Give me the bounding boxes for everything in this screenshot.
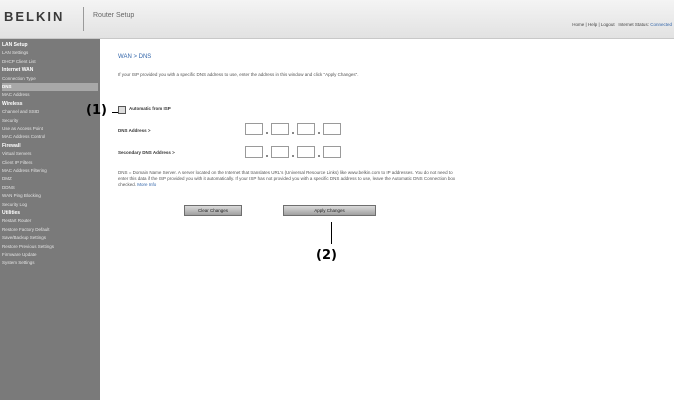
main-content: WAN > DNS If your ISP provided you with … (100, 39, 674, 400)
sidebar-item-virtual-servers[interactable]: Virtual Servers (2, 150, 98, 158)
sidebar-item-mac-address[interactable]: MAC Address (2, 91, 98, 99)
sidebar-nav: LAN Setup LAN Settings DHCP Client List Int… (0, 39, 100, 400)
automatic-from-isp-checkbox[interactable] (118, 106, 126, 114)
sidebar-item-mac-address-control[interactable]: MAC Address Control (2, 133, 98, 141)
header-links: Home | Help | Logout Internet Status: Co… (572, 22, 672, 27)
ip-dot-separator (292, 155, 294, 157)
sidebar-item-connection-type[interactable]: Connection Type (2, 75, 98, 83)
callout-2-label: (2) (316, 248, 337, 263)
ip-dot-separator (292, 132, 294, 134)
intro-text: If your ISP provided you with a specific… (118, 72, 359, 77)
dns-note-text: DNS = Domain Name Server. A server locat… (118, 170, 456, 187)
ip-dot-separator (266, 155, 268, 157)
dns-address-label: DNS Address > (118, 128, 151, 133)
logo-divider (83, 7, 84, 31)
sidebar-item-mac-address-filtering[interactable]: MAC Address Filtering (2, 167, 98, 175)
secondary-dns-octet-4-input[interactable] (323, 146, 341, 158)
sidebar-item-restore-factory-default[interactable]: Restore Factory Default (2, 226, 98, 234)
sidebar-item-firmware-update[interactable]: Firmware Update (2, 251, 98, 259)
sidebar-item-ddns[interactable]: DDNS (2, 184, 98, 192)
sidebar-section-internet-wan: Internet WAN (2, 67, 34, 74)
ip-dot-separator (266, 132, 268, 134)
automatic-from-isp-label: Automatic from ISP (129, 106, 171, 111)
sidebar-section-utilities: Utilities (2, 210, 21, 216)
callout-2-leader-line (331, 222, 332, 244)
dns-octet-3-input[interactable] (297, 123, 315, 135)
page-title: WAN > DNS (118, 54, 152, 60)
sidebar-section-lan-setup: LAN Setup (2, 42, 28, 48)
sidebar-item-dns[interactable]: DNS (2, 83, 98, 91)
internet-status-label: Internet Status: (618, 22, 649, 27)
belkin-logo: BELKIN (4, 9, 65, 24)
sidebar-section-firewall: Firewall (2, 142, 21, 149)
logout-link[interactable]: Logout (601, 22, 615, 27)
sidebar-item-security[interactable]: Security (2, 117, 98, 125)
header-bar: BELKIN Router Setup Home | Help | Logout… (0, 0, 674, 39)
dns-help-note: DNS = Domain Name Server. A server locat… (118, 170, 458, 188)
sidebar-item-save-backup-settings[interactable]: Save/Backup Settings (2, 234, 98, 242)
ip-dot-separator (318, 132, 320, 134)
more-info-link[interactable]: More Info (137, 182, 156, 187)
secondary-dns-octet-2-input[interactable] (271, 146, 289, 158)
clear-changes-button[interactable]: Clear Changes (184, 205, 242, 216)
sidebar-item-client-ip-filters[interactable]: Client IP Filters (2, 159, 98, 167)
sidebar-item-channel-and-ssid[interactable]: Channel and SSID (2, 108, 98, 116)
dns-octet-1-input[interactable] (245, 123, 263, 135)
sidebar-item-wan-ping-blocking[interactable]: WAN Ping Blocking (2, 192, 98, 200)
sidebar-item-lan-settings[interactable]: LAN Settings (2, 49, 98, 57)
connection-status: Connected (650, 22, 672, 27)
secondary-dns-octet-1-input[interactable] (245, 146, 263, 158)
ip-dot-separator (318, 155, 320, 157)
sidebar-item-restart-router[interactable]: Restart Router (2, 217, 98, 225)
sidebar-item-use-as-access-point[interactable]: Use as Access Point (2, 125, 98, 133)
help-link[interactable]: Help (588, 22, 597, 27)
sidebar-section-wireless: Wireless (2, 100, 23, 107)
dns-octet-4-input[interactable] (323, 123, 341, 135)
secondary-dns-octet-3-input[interactable] (297, 146, 315, 158)
secondary-dns-address-label: Secondary DNS Address > (118, 150, 175, 155)
sidebar-item-security-log[interactable]: Security Log (2, 201, 98, 209)
callout-1-label: (1) (86, 103, 107, 118)
home-link[interactable]: Home (572, 22, 584, 27)
sidebar-item-restore-previous-settings[interactable]: Restore Previous Settings (2, 243, 98, 251)
sidebar-item-system-settings[interactable]: System Settings (2, 259, 98, 267)
apply-changes-button[interactable]: Apply Changes (283, 205, 376, 216)
sidebar-item-dmz[interactable]: DMZ (2, 175, 98, 183)
callout-1-leader-line (112, 112, 118, 113)
dns-octet-2-input[interactable] (271, 123, 289, 135)
page-header-title: Router Setup (93, 12, 135, 19)
sidebar-item-dhcp-client-list[interactable]: DHCP Client List (2, 58, 98, 66)
